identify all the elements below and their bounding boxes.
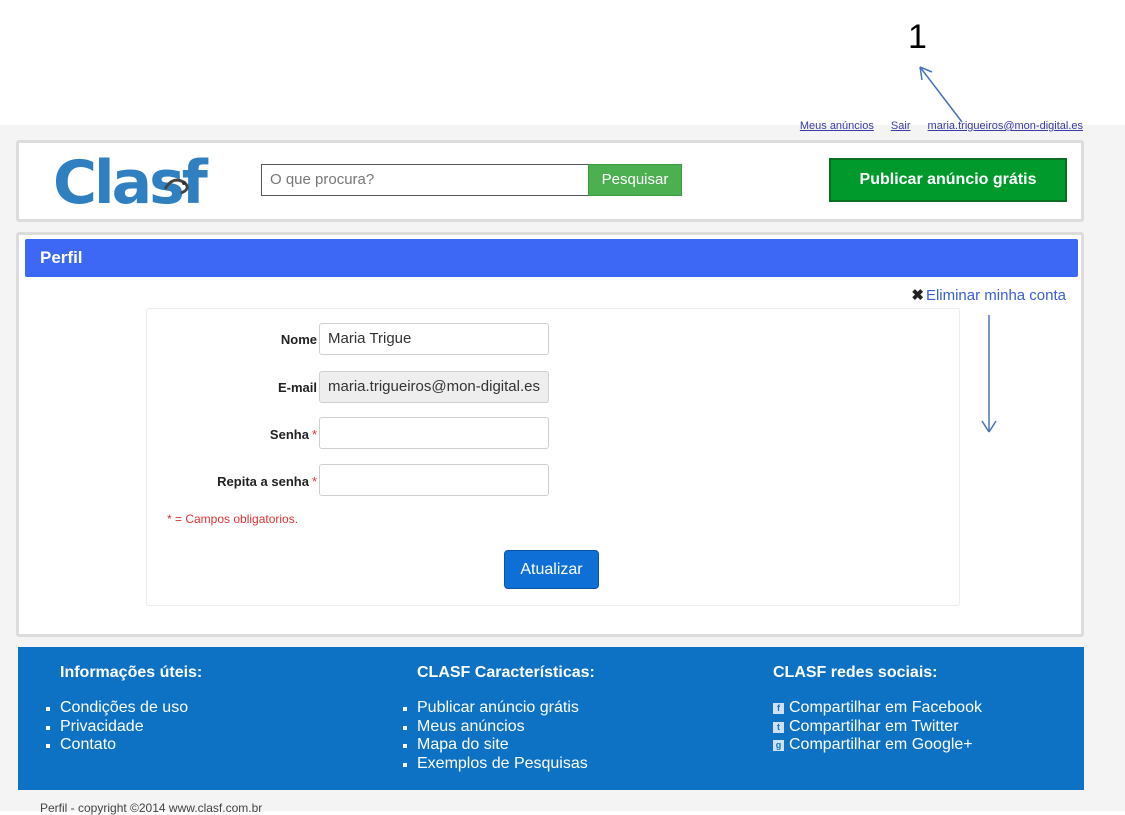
annotation-arrows	[919, 66, 997, 433]
